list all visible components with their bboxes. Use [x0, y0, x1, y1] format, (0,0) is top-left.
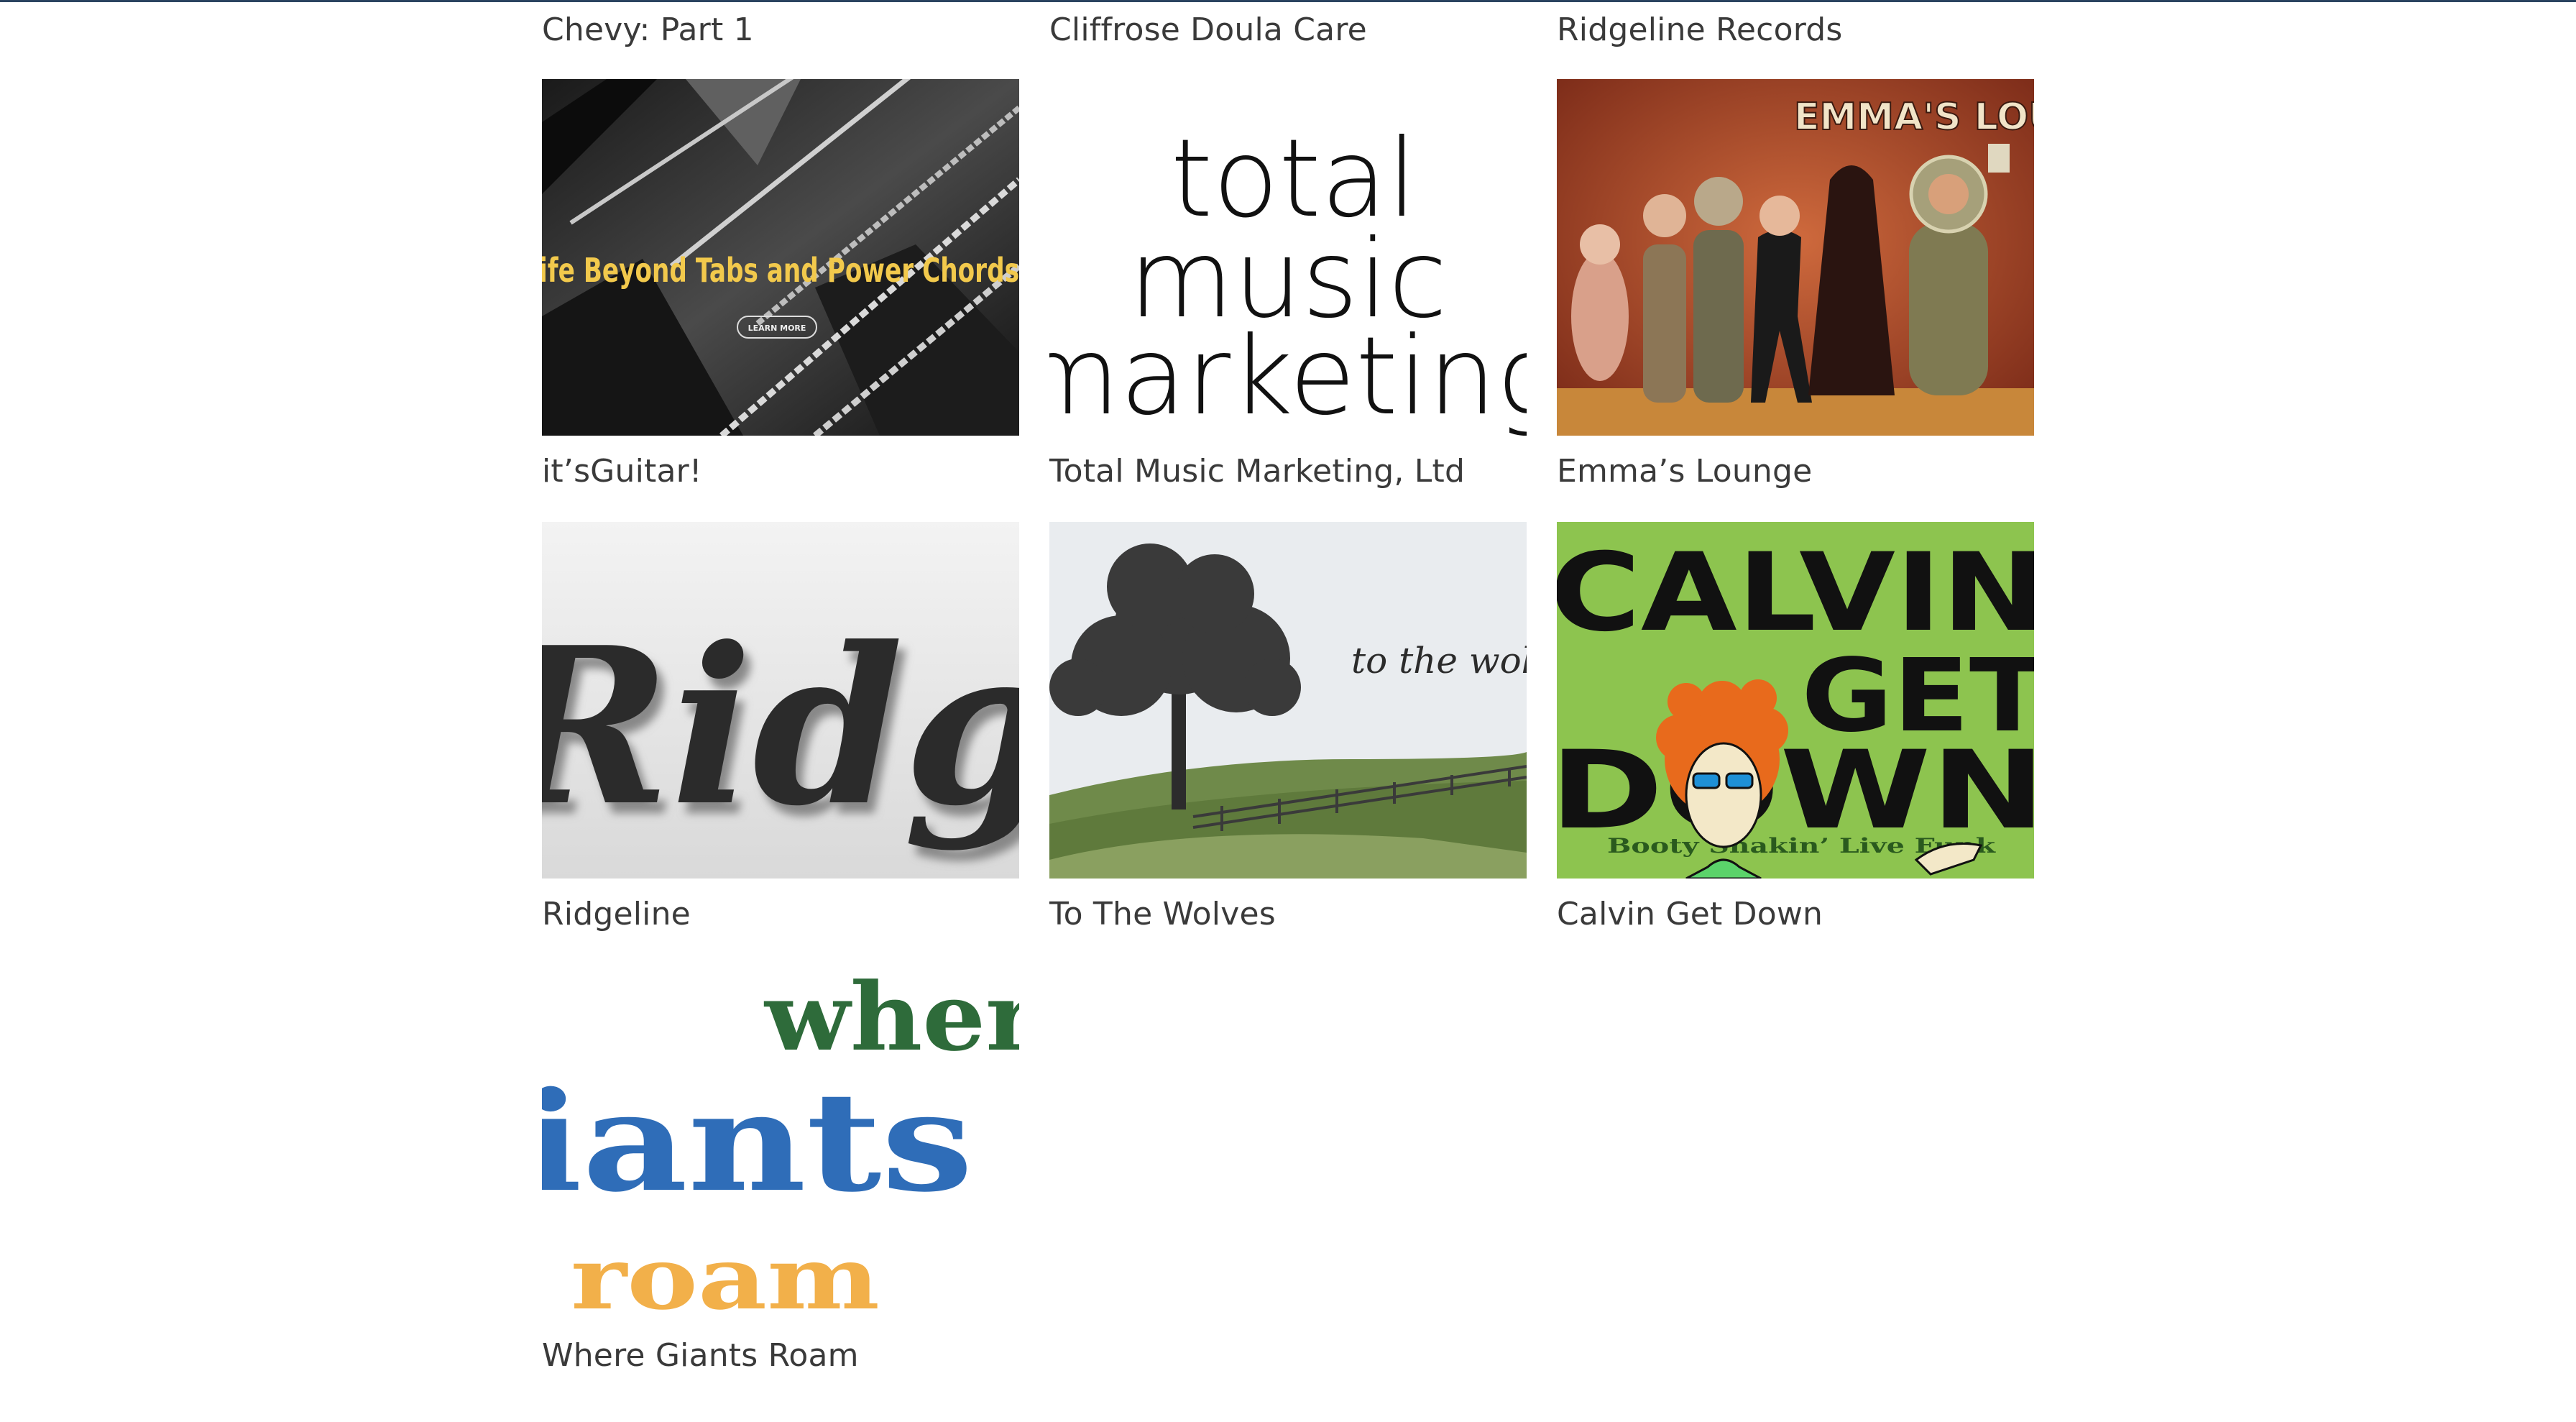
to-the-wolves-thumbnail[interactable]: to the wolves [1049, 522, 1527, 879]
retro-poster-image: EMMA'S LOUNGE [1557, 79, 2034, 436]
learn-more-button: LEARN MORE [748, 324, 806, 333]
calvin-get-down-thumbnail[interactable]: CALVIN GET DOWN Booty Shakin’ Live Funk [1557, 522, 2034, 879]
logo-line-marketing: marketing [1049, 314, 1527, 436]
calvin-title-line1: CALVIN [1557, 531, 2034, 656]
ridgeline-thumbnail[interactable]: Ridgel Ridgel [542, 522, 1019, 879]
giants-line-giants: iants [542, 1062, 973, 1222]
cartoon-poster-image: CALVIN GET DOWN Booty Shakin’ Live Funk [1557, 522, 2034, 879]
guitar-strings-image: ife Beyond Tabs and Power Chords LEARN M… [542, 79, 1019, 436]
portfolio-item-label[interactable]: Cliffrose Doula Care [1049, 10, 1367, 50]
itsguitar-thumbnail[interactable]: ife Beyond Tabs and Power Chords LEARN M… [542, 79, 1019, 436]
tree-landscape-image: to the wolves [1049, 522, 1527, 879]
ridgeline-logo-text: Ridgel [542, 600, 1019, 853]
guitar-headline: ife Beyond Tabs and Power Chords [542, 251, 1019, 290]
portfolio-item-label[interactable]: To The Wolves [1049, 894, 1276, 935]
portfolio-item-label[interactable]: Chevy: Part 1 [542, 10, 754, 50]
portfolio-item-label[interactable]: Ridgeline Records [1557, 10, 1842, 50]
total-music-marketing-thumbnail[interactable]: total music marketing [1049, 79, 1527, 436]
block-letter-logo-image: wher iants roam [542, 963, 1019, 1320]
text-logo-image: total music marketing [1049, 79, 1527, 436]
portfolio-item-label[interactable]: it’sGuitar! [542, 451, 702, 492]
giants-line-where: wher [763, 963, 1019, 1072]
giants-line-roam: roam [571, 1228, 880, 1320]
script-logo-image: Ridgel Ridgel [542, 522, 1019, 879]
emma-poster-title: EMMA'S LOUNGE [1794, 96, 2034, 139]
portfolio-item-label[interactable]: Calvin Get Down [1557, 894, 1823, 935]
where-giants-roam-thumbnail[interactable]: wher iants roam [542, 963, 1019, 1320]
portfolio-item-label[interactable]: Emma’s Lounge [1557, 451, 1812, 492]
emmas-lounge-thumbnail[interactable]: EMMA'S LOUNGE [1557, 79, 2034, 436]
wolves-title: to the wolves [1351, 640, 1527, 682]
portfolio-item-label[interactable]: Ridgeline [542, 894, 691, 935]
top-border [0, 0, 2576, 2]
portfolio-item-label[interactable]: Total Music Marketing, Ltd [1049, 451, 1465, 492]
portfolio-item-label[interactable]: Where Giants Roam [542, 1336, 859, 1376]
